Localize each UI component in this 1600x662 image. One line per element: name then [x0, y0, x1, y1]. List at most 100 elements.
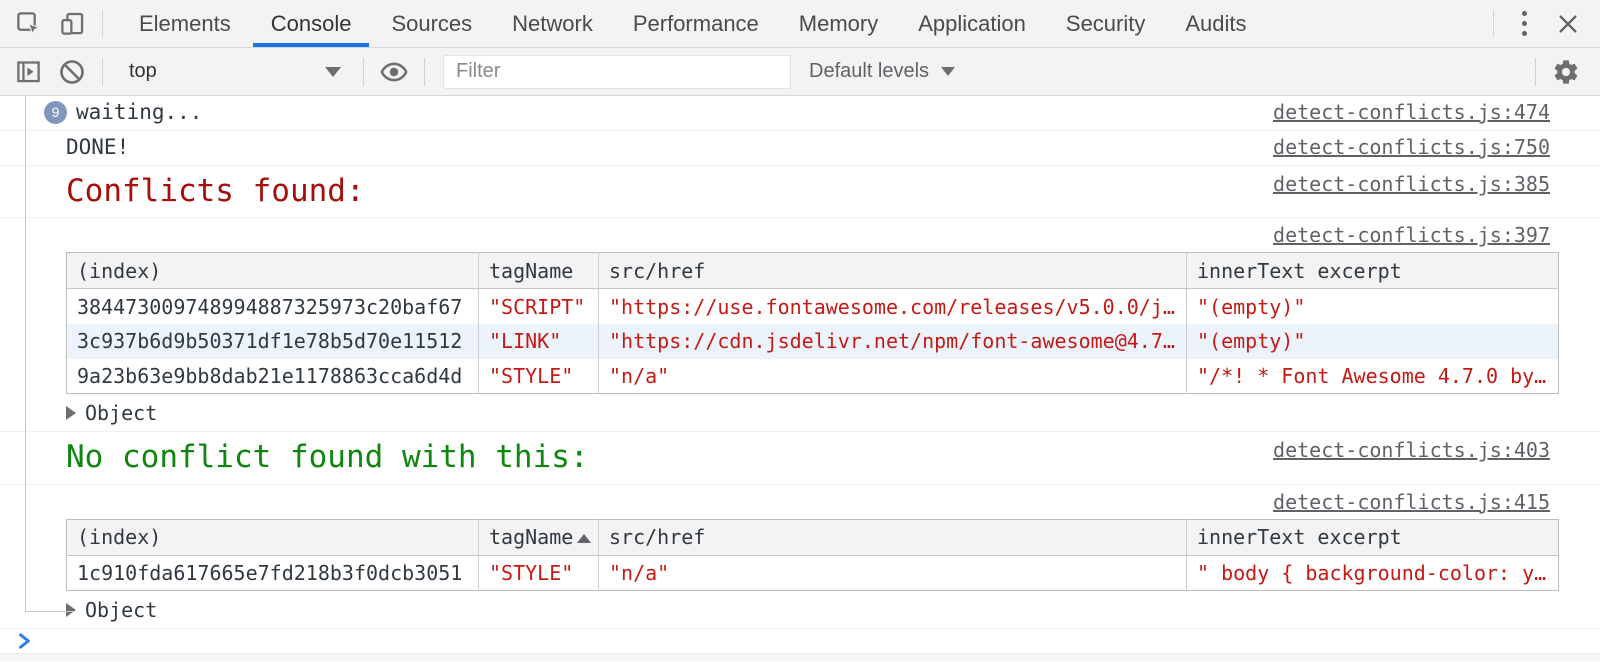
source-link[interactable]: detect-conflicts.js:403 — [1273, 439, 1550, 461]
sidebar-panel-icon — [15, 58, 42, 85]
sort-ascending-icon — [577, 534, 591, 543]
cell-excerpt: "/*! * Font Awesome 4.7.0 by… — [1187, 359, 1559, 394]
panel-tabs: Elements Console Sources Network Perform… — [119, 0, 1267, 47]
message-text: waiting... — [76, 101, 202, 124]
conflicts-found-heading: Conflicts found: — [66, 173, 365, 210]
column-header-index[interactable]: (index) — [67, 519, 479, 555]
tab-audits[interactable]: Audits — [1165, 0, 1266, 47]
table-row: 384473009748994887325973c20baf67 "SCRIPT… — [67, 289, 1559, 324]
tab-sources[interactable]: Sources — [371, 0, 492, 47]
gear-icon — [1552, 58, 1580, 86]
conflicts-table: (index) tagName src/href innerText excer… — [66, 252, 1559, 394]
column-header-src[interactable]: src/href — [599, 519, 1187, 555]
execution-context-selector[interactable]: top — [111, 60, 355, 83]
chevron-down-icon — [941, 67, 955, 76]
column-header-src[interactable]: src/href — [599, 253, 1187, 289]
source-link[interactable]: detect-conflicts.js:474 — [1273, 101, 1550, 123]
console-filter-input[interactable] — [443, 55, 791, 89]
cell-index: 384473009748994887325973c20baf67 — [67, 289, 479, 324]
levels-label: Default levels — [809, 60, 929, 83]
cell-tagname: "STYLE" — [479, 555, 599, 590]
console-message-no-conflict: No conflict found with this: detect-conf… — [0, 431, 1600, 483]
context-label: top — [129, 60, 157, 83]
tabbar-right-controls — [1485, 0, 1600, 47]
table-row: 3c937b6d9b50371df1e78b5d70e11512 "LINK" … — [67, 324, 1559, 359]
cell-excerpt: "(empty)" — [1187, 324, 1559, 359]
object-expander[interactable]: Object — [0, 593, 1600, 628]
divider — [424, 58, 425, 86]
column-header-excerpt[interactable]: innerText excerpt — [1187, 519, 1559, 555]
object-expander[interactable]: Object — [0, 396, 1600, 431]
no-conflict-heading: No conflict found with this: — [66, 439, 589, 476]
tab-memory[interactable]: Memory — [779, 0, 898, 47]
cell-src: "n/a" — [599, 555, 1187, 590]
column-header-index[interactable]: (index) — [67, 253, 479, 289]
tab-performance[interactable]: Performance — [613, 0, 779, 47]
table-header-row: (index) tagName src/href innerText excer… — [67, 519, 1559, 555]
console-message-done: DONE! detect-conflicts.js:750 — [0, 130, 1600, 165]
divider — [1535, 58, 1536, 86]
repeat-count-badge: 9 — [44, 101, 67, 124]
device-toolbar-button[interactable] — [50, 0, 94, 47]
kebab-icon — [1522, 11, 1527, 16]
console-message-conflicts-found: Conflicts found: detect-conflicts.js:385 — [0, 165, 1600, 217]
table-header-row: (index) tagName src/href innerText excer… — [67, 253, 1559, 289]
cell-index: 3c937b6d9b50371df1e78b5d70e11512 — [67, 324, 479, 359]
cell-index: 9a23b63e9bb8dab21e1178863cca6d4d — [67, 359, 479, 394]
console-toolbar: top Default levels — [0, 48, 1600, 96]
devtools-tabbar: Elements Console Sources Network Perform… — [0, 0, 1600, 48]
device-toolbar-icon — [59, 10, 86, 37]
devtools-bottom-edge — [0, 653, 1600, 661]
object-label: Object — [85, 401, 157, 425]
cell-src: "https://use.fontawesome.com/releases/v5… — [599, 289, 1187, 324]
inspect-element-button[interactable] — [6, 0, 50, 47]
ban-circle-icon — [58, 58, 86, 86]
source-link[interactable]: detect-conflicts.js:750 — [1273, 136, 1550, 158]
tab-elements[interactable]: Elements — [119, 0, 251, 47]
cell-tagname: "LINK" — [479, 324, 599, 359]
console-messages-area: 9 waiting... detect-conflicts.js:474 DON… — [0, 96, 1600, 661]
more-options-button[interactable] — [1502, 0, 1546, 47]
console-sidebar-toggle-button[interactable] — [6, 58, 50, 85]
console-table-message: detect-conflicts.js:397 (index) tagName … — [0, 217, 1600, 396]
cell-excerpt: " body { background-color: y… — [1187, 555, 1559, 590]
divider — [363, 58, 364, 86]
tab-console[interactable]: Console — [251, 0, 372, 47]
table-row: 9a23b63e9bb8dab21e1178863cca6d4d "STYLE"… — [67, 359, 1559, 394]
prompt-chevron-icon — [16, 632, 34, 650]
cell-index: 1c910fda617665e7fd218b3f0dcb3051 — [67, 555, 479, 590]
eye-icon — [379, 57, 409, 87]
clear-console-button[interactable] — [50, 58, 94, 86]
close-icon — [1557, 13, 1579, 35]
log-levels-dropdown[interactable]: Default levels — [809, 60, 955, 83]
divider — [1493, 10, 1494, 37]
table-row: 1c910fda617665e7fd218b3f0dcb3051 "STYLE"… — [67, 555, 1559, 590]
inspect-cursor-icon — [15, 10, 42, 37]
message-text: DONE! — [66, 136, 129, 159]
chevron-down-icon — [325, 67, 341, 77]
column-header-excerpt[interactable]: innerText excerpt — [1187, 253, 1559, 289]
create-live-expression-button[interactable] — [372, 57, 416, 87]
console-message-waiting: 9 waiting... detect-conflicts.js:474 — [0, 96, 1600, 130]
group-indent-guide — [25, 96, 26, 612]
cell-tagname: "SCRIPT" — [479, 289, 599, 324]
no-conflict-table: (index) tagName src/href innerText excer… — [66, 519, 1559, 591]
column-header-tagname-sorted[interactable]: tagName — [479, 519, 599, 555]
source-link[interactable]: detect-conflicts.js:397 — [1273, 223, 1550, 247]
close-devtools-button[interactable] — [1546, 0, 1590, 47]
source-link[interactable]: detect-conflicts.js:385 — [1273, 173, 1550, 195]
console-prompt[interactable] — [0, 628, 1600, 653]
cell-src: "n/a" — [599, 359, 1187, 394]
object-label: Object — [85, 598, 157, 622]
tab-security[interactable]: Security — [1046, 0, 1165, 47]
toolbar-right-controls — [1527, 58, 1600, 86]
tab-network[interactable]: Network — [492, 0, 613, 47]
console-settings-button[interactable] — [1544, 58, 1588, 86]
cell-src: "https://cdn.jsdelivr.net/npm/font-aweso… — [599, 324, 1187, 359]
tab-application[interactable]: Application — [898, 0, 1046, 47]
cell-excerpt: "(empty)" — [1187, 289, 1559, 324]
source-link[interactable]: detect-conflicts.js:415 — [1273, 490, 1550, 514]
expand-triangle-icon — [66, 603, 76, 617]
column-header-tagname[interactable]: tagName — [479, 253, 599, 289]
divider — [102, 10, 103, 37]
